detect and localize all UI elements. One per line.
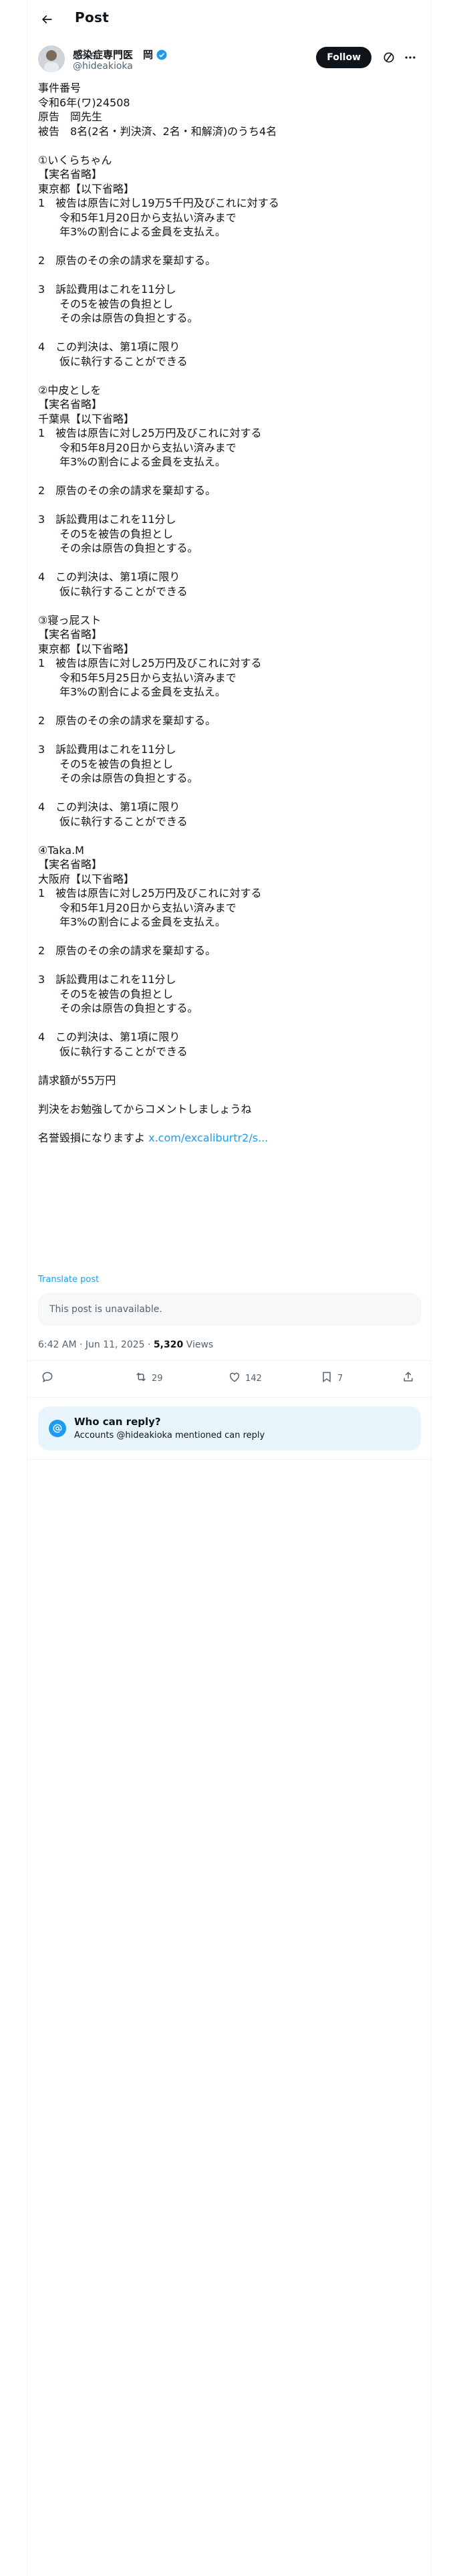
reply-restriction-subtitle: Accounts @hideakioka mentioned can reply xyxy=(74,1430,265,1440)
author-row: 感染症専門医 岡 @hideakioka Follow xyxy=(38,45,421,76)
avatar[interactable] xyxy=(38,45,65,72)
divider xyxy=(27,1459,432,1460)
views-label: Views xyxy=(183,1339,214,1350)
translate-post-link[interactable]: Translate post xyxy=(38,1275,99,1285)
repost-button[interactable]: 29 xyxy=(134,1370,163,1386)
page-header: Post xyxy=(27,0,432,38)
tweet-link[interactable]: x.com/excaliburtr2/s... xyxy=(148,1132,268,1144)
like-count: 142 xyxy=(245,1373,262,1384)
follow-button[interactable]: Follow xyxy=(316,47,371,68)
page-title: Post xyxy=(75,9,110,25)
author-name-row[interactable]: 感染症専門医 岡 xyxy=(73,47,168,62)
reply-button[interactable] xyxy=(41,1370,58,1386)
grok-icon[interactable] xyxy=(382,51,396,64)
author-display-name[interactable]: 感染症専門医 岡 xyxy=(73,47,153,62)
back-arrow-icon[interactable] xyxy=(38,11,55,28)
post-timestamp[interactable]: 6:42 AM · Jun 11, 2025 · xyxy=(38,1339,154,1350)
share-button[interactable] xyxy=(402,1370,415,1386)
at-sign-icon xyxy=(49,1420,66,1437)
author-handle[interactable]: @hideakioka xyxy=(73,61,133,72)
bookmark-icon xyxy=(320,1370,333,1386)
more-options-icon[interactable] xyxy=(404,51,417,64)
like-button[interactable]: 142 xyxy=(228,1370,262,1386)
repost-icon xyxy=(134,1370,148,1386)
views-count: 5,320 xyxy=(153,1339,184,1350)
share-icon xyxy=(402,1370,415,1386)
bookmark-count: 7 xyxy=(337,1373,343,1384)
main-column: Post 感染症専門医 岡 @hideakioka Follow 事件番号 令和… xyxy=(27,0,432,2576)
tweet-body-text: 事件番号 令和6年(ワ)24508 原告 岡先生 被告 8名(2名・判決済、2名… xyxy=(38,82,279,1144)
heart-icon xyxy=(228,1370,241,1386)
bookmark-button[interactable]: 7 xyxy=(320,1370,343,1386)
post-meta: 6:42 AM · Jun 11, 2025 · 5,320 Views xyxy=(38,1339,213,1350)
tweet-body: 事件番号 令和6年(ワ)24508 原告 岡先生 被告 8名(2名・判決済、2名… xyxy=(38,81,421,1145)
repost-count: 29 xyxy=(152,1373,163,1384)
action-bar: 29 142 7 xyxy=(27,1360,432,1398)
reply-icon xyxy=(41,1370,54,1386)
quoted-post-unavailable-text: This post is unavailable. xyxy=(49,1304,162,1315)
quoted-post-unavailable: This post is unavailable. xyxy=(38,1293,421,1325)
reply-restriction-notice: Who can reply? Accounts @hideakioka ment… xyxy=(38,1406,421,1451)
reply-restriction-title: Who can reply? xyxy=(74,1416,161,1428)
verified-badge-icon xyxy=(156,49,168,61)
